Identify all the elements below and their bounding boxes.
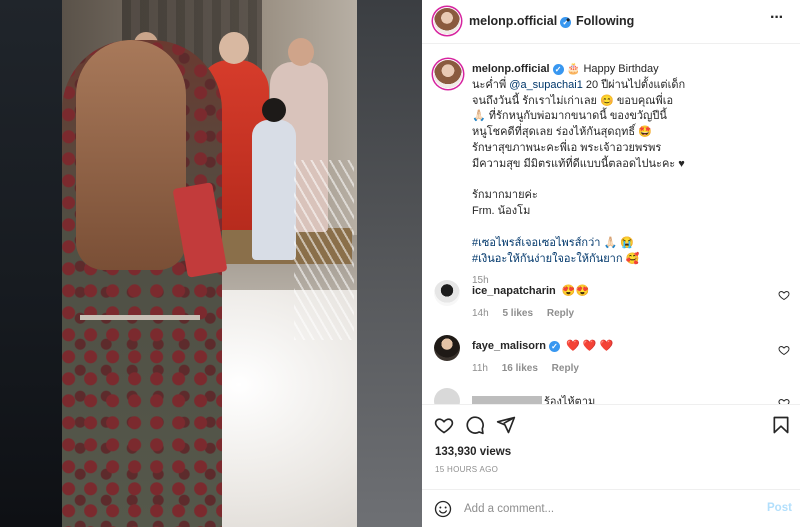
video-light-deer xyxy=(294,160,354,340)
comment-time[interactable]: 14h xyxy=(472,308,489,319)
comment-likes[interactable]: 5 likes xyxy=(502,308,533,319)
comment-text: 😍😍 xyxy=(561,285,590,297)
post-video[interactable] xyxy=(62,0,357,527)
post-header: melonp.official ✓ • Following ··· xyxy=(422,0,800,44)
bookmark-icon[interactable] xyxy=(771,415,791,435)
add-comment-bar: Post xyxy=(422,489,800,527)
comment-time[interactable]: 11h xyxy=(472,363,488,374)
post-comment-button[interactable]: Post xyxy=(767,502,792,514)
post-timestamp[interactable]: 15 HOURS AGO xyxy=(435,465,498,474)
mention-link[interactable]: @a_supachai1 xyxy=(509,79,583,91)
caption-line: มีความสุข มีมิตรแท้ที่ดีแบบนี้ตลอดไปนะคะ… xyxy=(472,157,685,170)
view-count[interactable]: 133,930 views xyxy=(435,446,511,458)
caption-avatar[interactable] xyxy=(434,60,462,88)
following-button[interactable]: Following xyxy=(576,14,634,28)
comment-item: ร้องไห้ตาม xyxy=(434,388,794,404)
commenter-avatar[interactable] xyxy=(434,335,460,361)
comment-text: ❤️ ❤️ ❤️ xyxy=(566,340,614,352)
media-backdrop-left xyxy=(0,0,62,527)
reply-button[interactable]: Reply xyxy=(547,308,574,319)
paper-plane-icon[interactable] xyxy=(496,415,516,435)
comment-like-icon[interactable] xyxy=(778,397,790,404)
caption-body: melonp.official ✓ 🎂 Happy Birthday นะค่ำพ… xyxy=(472,62,782,289)
commenter-username[interactable]: faye_malisorn xyxy=(472,340,546,352)
more-options-icon[interactable]: ··· xyxy=(770,9,784,27)
commenter-avatar[interactable] xyxy=(434,280,460,306)
author-username[interactable]: melonp.official ✓ xyxy=(469,14,572,28)
separator-dot: • xyxy=(566,13,571,27)
caption-line: รักมากมายค่ะ xyxy=(472,189,538,202)
hashtag-link[interactable]: #เงินอะให้กันง่ายใจอะให้กันยาก 🥰 xyxy=(472,252,782,268)
commenter-avatar[interactable] xyxy=(434,388,460,404)
comment-text: ร้องไห้ตาม xyxy=(544,396,596,404)
redacted-username xyxy=(472,396,542,404)
video-child xyxy=(252,98,296,260)
comment-like-icon[interactable] xyxy=(778,344,790,356)
post-media[interactable] xyxy=(0,0,422,527)
verified-badge-icon: ✓ xyxy=(552,64,564,75)
hashtag-link[interactable]: #เซอไพรส์เจอเซอไพรส์กว่า 🙏🏻 😭 xyxy=(472,236,782,252)
author-avatar[interactable] xyxy=(434,8,460,34)
caption-line: นะค่ำพี่ xyxy=(472,78,507,91)
commenter-username[interactable]: ice_napatcharin xyxy=(472,285,556,297)
comment-likes[interactable]: 16 likes xyxy=(502,363,538,374)
caption-line: จนถึงวันนี้ รักเราไม่เก่าเลย 😊 ขอบคุณพี่… xyxy=(472,94,674,107)
comments-list[interactable]: melonp.official ✓ 🎂 Happy Birthday นะค่ำพ… xyxy=(422,44,800,404)
caption-line: Frm. น้องโม xyxy=(472,205,531,218)
caption-line: รักษาสุขภาพนะคะพี่เอ พระเจ้าอวยพรพร xyxy=(472,141,662,154)
reply-button[interactable]: Reply xyxy=(552,363,579,374)
comment-like-icon[interactable] xyxy=(778,289,790,301)
caption-line: 20 ปีผ่านไปตั้งแต่เด็ก xyxy=(582,78,686,91)
caption-line: หนูโชคดีที่สุดเลย ร่องไห้กันสุดฤทธิ์ 🤩 xyxy=(472,126,652,139)
media-backdrop-right xyxy=(357,0,422,527)
comment-input[interactable] xyxy=(464,500,754,518)
caption-username[interactable]: melonp.official xyxy=(472,63,550,75)
verified-badge-icon: ✓ xyxy=(548,341,560,352)
comment-icon[interactable] xyxy=(465,415,485,435)
comment-item: faye_malisorn ✓ ❤️ ❤️ ❤️ 11h 16 likes Rep… xyxy=(434,335,794,389)
post-actions xyxy=(422,404,800,444)
post-side-panel: melonp.official ✓ • Following ··· melonp.… xyxy=(422,0,800,527)
smiley-icon[interactable] xyxy=(434,500,452,518)
heart-icon[interactable] xyxy=(434,415,454,435)
video-woman-foreground xyxy=(62,40,222,527)
caption-line: 🎂 Happy Birthday xyxy=(566,63,659,75)
caption-line: 🙏🏻 ที่รักหนูกับพ่อมากขนาดนี้ ของขวัญปีนี… xyxy=(472,110,667,123)
comment-item: ice_napatcharin 😍😍 14h 5 likes Reply xyxy=(434,280,794,334)
